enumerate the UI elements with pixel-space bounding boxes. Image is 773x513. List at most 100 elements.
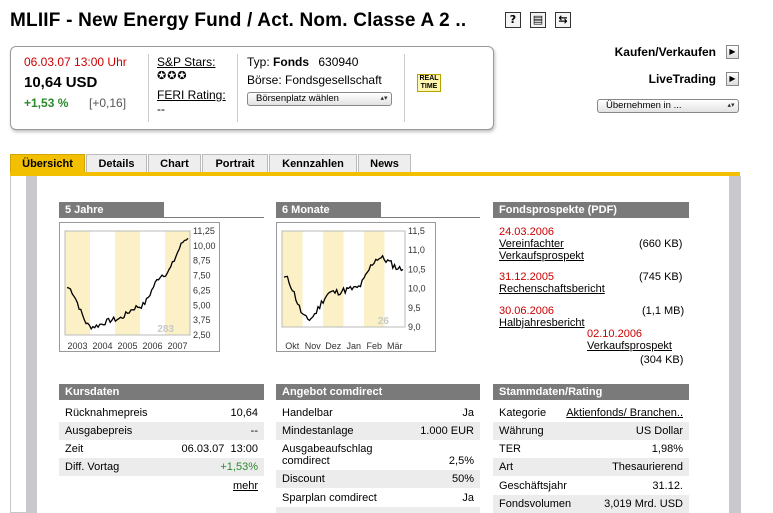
table-row: Geschäftsjahr 31.12.	[499, 480, 683, 492]
y-tick-label: 9,5	[408, 303, 421, 313]
tab-chart[interactable]: Chart	[148, 154, 201, 173]
x-tick-label: 2003	[67, 341, 87, 351]
chart-watermark: 26	[378, 316, 390, 327]
sp-stars-link[interactable]: S&P Stars:	[157, 55, 215, 69]
content-right-bar	[729, 176, 741, 513]
stamm-header: Stammdaten/Rating	[493, 384, 689, 400]
quote-datetime: 06.03.07 13:00 Uhr	[24, 55, 127, 69]
y-tick-label: 11,25	[193, 226, 215, 236]
table-row: Handelbar Ja	[282, 407, 474, 419]
x-tick-label: Feb	[366, 341, 382, 351]
divider	[404, 54, 405, 122]
doc-size: (660 KB)	[639, 238, 683, 250]
kaufen-verkaufen-link[interactable]: Kaufen/Verkaufen	[615, 45, 716, 59]
y-tick-label: 11,0	[408, 245, 425, 255]
doc-link[interactable]: Verkaufsprospekt	[587, 340, 672, 352]
uebernehmen-select[interactable]: Übernehmen in ... ▴▾	[597, 99, 739, 113]
doc-size: (745 KB)	[639, 271, 683, 283]
y-tick-label: 5,00	[193, 300, 211, 310]
wkn: 630940	[318, 55, 359, 69]
divider	[148, 54, 149, 122]
livetrading-link[interactable]: LiveTrading	[649, 72, 716, 86]
table-row: Rücknahmepreis 10,64	[65, 407, 258, 419]
chart-5-jahre[interactable]: 11,25 10,00 8,75 7,50 6,25 5,00 3,75 2,50 2003 20…	[59, 222, 220, 352]
angebot-header: Angebot comdirect	[276, 384, 480, 400]
chart-band	[323, 231, 344, 327]
feri-rating-link[interactable]: FERI Rating:	[157, 88, 226, 102]
table-row: Währung US Dollar	[493, 422, 689, 440]
x-tick-label: Mär	[387, 341, 403, 351]
type-label: Typ:	[247, 55, 270, 69]
select-arrows-icon: ▴▾	[380, 95, 388, 102]
arrow-right-icon[interactable]: ▶	[726, 72, 739, 86]
doc-date: 24.03.2006	[499, 226, 555, 238]
fund-type: Typ: Fonds 630940	[247, 55, 358, 69]
chart5-header: 5 Jahre	[59, 202, 164, 218]
uebernehmen-select-value: Übernehmen in ...	[606, 100, 682, 111]
doc-date: 30.06.2006	[499, 305, 555, 317]
y-tick-label: 3,75	[193, 315, 211, 325]
refresh-icon[interactable]: ⇆	[555, 12, 571, 28]
y-tick-label: 8,75	[193, 256, 211, 266]
print-icon[interactable]: ▤	[530, 12, 546, 28]
x-tick-label: 2006	[142, 341, 162, 351]
x-tick-label: Dez	[325, 341, 342, 351]
doc-link[interactable]: Vereinfachter Verkaufsprospekt	[499, 238, 591, 262]
help-icon[interactable]: ?	[505, 12, 521, 28]
table-row: TER 1,98%	[499, 443, 683, 455]
type-value: Fonds	[273, 55, 310, 69]
table-row: Mindestanlage 1.000 EUR	[276, 422, 480, 440]
x-tick-label: 2005	[117, 341, 137, 351]
table-row: Ausgabeaufschlag comdirect 2,5%	[282, 443, 474, 467]
realtime-icon[interactable]: REAL TIME	[417, 74, 441, 92]
x-tick-label: 2004	[92, 341, 112, 351]
x-tick-label: Nov	[305, 341, 322, 351]
y-tick-label: 10,00	[193, 241, 216, 251]
quote-price: 10,64 USD	[24, 74, 98, 91]
doc-date: 02.10.2006	[587, 328, 643, 340]
doc-link[interactable]: Halbjahresbericht	[499, 317, 585, 329]
exchange-select[interactable]: Börsenplatz wählen ▴▾	[247, 92, 392, 106]
exchange-label: Börse: Fondsgesellschaft	[247, 73, 382, 87]
arrow-right-icon[interactable]: ▶	[726, 45, 739, 59]
divider	[237, 54, 238, 122]
y-tick-label: 6,25	[193, 285, 211, 295]
table-row: Kategorie Aktienfonds/ Branchen..	[493, 404, 689, 422]
chart-band	[282, 231, 303, 327]
table-row: Ausgabepreis --	[59, 422, 264, 440]
select-arrows-icon: ▴▾	[727, 102, 735, 109]
chart-6-monate-svg: 11,5 11,0 10,5 10,0 9,5 9,0 Okt Nov Dez Jan Feb Mär…	[281, 226, 426, 351]
tab-uebersicht[interactable]: Übersicht	[10, 154, 85, 173]
quote-change-pct: +1,53 %	[24, 96, 69, 110]
quote-change-abs: [+0,16]	[89, 96, 127, 110]
tab-details[interactable]: Details	[86, 154, 147, 173]
chart-watermark: 283	[157, 324, 174, 335]
table-row: Discount 50%	[276, 470, 480, 488]
kategorie-link[interactable]: Aktienfonds/ Branchen..	[566, 404, 683, 422]
x-tick-label: Okt	[285, 341, 300, 351]
doc-size: (1,1 MB)	[642, 305, 685, 317]
table-row: Fondsvolumen 3,019 Mrd. USD	[493, 495, 689, 513]
y-tick-label: 10,5	[408, 264, 426, 274]
more-row: mehr	[59, 477, 264, 495]
chart-band	[165, 231, 190, 335]
y-tick-label: 2,50	[193, 330, 211, 340]
doc-size: (304 KB)	[640, 354, 684, 366]
more-link[interactable]: mehr	[233, 477, 258, 495]
content-left-bar	[26, 176, 37, 513]
tab-news[interactable]: News	[358, 154, 411, 173]
doc-link[interactable]: Rechenschaftsbericht	[499, 283, 605, 295]
chart-band	[65, 231, 90, 335]
y-tick-label: 7,50	[193, 271, 211, 281]
y-tick-label: 10,0	[408, 284, 426, 294]
tab-portrait[interactable]: Portrait	[202, 154, 268, 173]
feri-rating-value: --	[157, 102, 165, 116]
table-row: Zeit 06.03.07 13:00	[65, 443, 258, 455]
x-tick-label: 2007	[167, 341, 187, 351]
tab-kennzahlen[interactable]: Kennzahlen	[269, 154, 357, 173]
page-title: MLIIF - New Energy Fund / Act. Nom. Clas…	[10, 10, 467, 31]
chart6-header: 6 Monate	[276, 202, 381, 218]
table-row: Sparplan comdirect Ja	[282, 492, 474, 504]
chart-6-monate[interactable]: 11,5 11,0 10,5 10,0 9,5 9,0 Okt Nov Dez Jan Feb Mär…	[276, 222, 436, 352]
table-row: Diff. Vortag +1,53%	[59, 458, 264, 476]
